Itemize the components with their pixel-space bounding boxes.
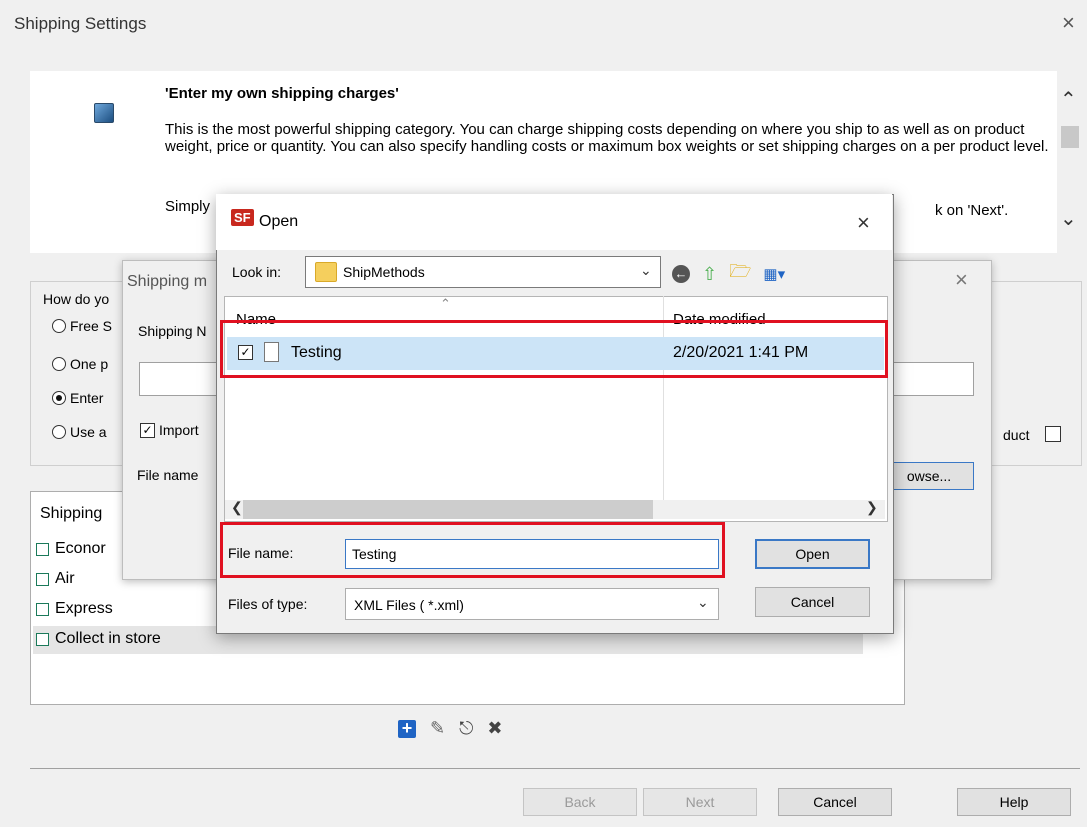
radio-label: Free S <box>70 318 113 334</box>
scroll-down-icon[interactable]: ⌄ <box>1060 206 1077 231</box>
folder-icon <box>315 262 337 282</box>
open-dialog-titlebar <box>216 194 892 250</box>
list-item-label: Econor <box>55 540 106 557</box>
radio-label: Use a <box>70 424 107 440</box>
checkbox-icon[interactable] <box>36 602 49 616</box>
close-icon[interactable]: × <box>1062 10 1075 36</box>
dialog-title: Shipping m <box>127 273 208 290</box>
navigation-toolbar: ← ⇧ 🗁 ▦▾ <box>672 259 785 289</box>
radio-icon <box>52 357 66 371</box>
back-arrow-icon[interactable]: ← <box>672 265 690 283</box>
group-legend: How do yo <box>40 291 113 307</box>
scroll-right-icon[interactable]: ❯ <box>866 499 878 516</box>
add-icon[interactable]: + <box>398 719 416 738</box>
list-item[interactable]: Econor <box>36 540 106 558</box>
file-name-label: File name <box>137 467 199 483</box>
close-icon[interactable]: × <box>955 267 968 293</box>
new-folder-icon[interactable]: 🗁 <box>729 259 751 289</box>
scrollbar-thumb[interactable] <box>243 500 653 519</box>
import-label: Import <box>159 422 199 438</box>
look-in-label: Look in: <box>232 264 282 280</box>
app-logo: SF <box>231 209 254 226</box>
file-type-dropdown[interactable]: XML Files ( *.xml) <box>345 588 719 620</box>
list-item[interactable]: Air <box>36 570 75 588</box>
list-toolbar: + ✎ ⎋ ✖ <box>398 718 502 739</box>
edit-icon[interactable]: ✎ <box>430 718 445 739</box>
browse-button[interactable]: owse... <box>884 462 974 490</box>
checkbox-icon[interactable] <box>36 542 49 556</box>
radio-icon <box>52 425 66 439</box>
radio-enter-own[interactable]: Enter <box>52 390 103 406</box>
info-description: This is the most powerful shipping categ… <box>165 121 1049 155</box>
list-item-label: Express <box>55 600 113 617</box>
radio-one-price[interactable]: One p <box>52 356 108 372</box>
cancel-button[interactable]: Cancel <box>755 587 870 617</box>
delete-icon[interactable]: ✖ <box>487 718 502 739</box>
back-button[interactable]: Back <box>523 788 637 816</box>
chevron-down-icon[interactable]: ⌄ <box>697 594 709 611</box>
scrollbar-thumb[interactable] <box>1061 126 1079 148</box>
list-header: Shipping <box>40 505 103 522</box>
cancel-button[interactable]: Cancel <box>778 788 892 816</box>
info-heading: 'Enter my own shipping charges' <box>165 85 399 102</box>
list-item[interactable]: Express <box>36 600 113 618</box>
radio-free-shipping[interactable]: Free S <box>52 318 112 334</box>
radio-selected-icon <box>52 391 66 405</box>
radio-use-carrier[interactable]: Use a <box>52 424 107 440</box>
radio-label: One p <box>70 356 109 372</box>
import-icon[interactable]: ⎋ <box>459 718 473 739</box>
list-item-label: Collect in store <box>55 630 161 647</box>
per-product-checkbox[interactable] <box>1045 426 1061 442</box>
import-checkbox[interactable]: ✓ Import <box>140 422 199 438</box>
window-title: Shipping Settings <box>14 14 147 33</box>
per-product-label: duct <box>1003 427 1030 443</box>
info-simply-text: Simply <box>165 198 211 215</box>
file-type-label: Files of type: <box>228 596 308 612</box>
close-icon[interactable]: × <box>857 210 870 236</box>
checkbox-icon[interactable] <box>36 632 49 646</box>
help-button[interactable]: Help <box>957 788 1071 816</box>
list-item[interactable]: Collect in store <box>36 630 161 648</box>
separator <box>30 768 1080 769</box>
view-menu-icon[interactable]: ▦▾ <box>763 265 785 283</box>
sort-caret-icon: ⌃ <box>440 296 451 311</box>
shipping-method-label: Shipping N <box>138 323 207 339</box>
radio-label: Enter <box>70 390 104 406</box>
highlight-annotation <box>220 320 888 378</box>
radio-icon <box>52 319 66 333</box>
scroll-up-icon[interactable]: ⌃ <box>1060 87 1077 112</box>
next-button[interactable]: Next <box>643 788 757 816</box>
open-button[interactable]: Open <box>755 539 870 569</box>
highlight-annotation <box>220 522 725 578</box>
look-in-value: ShipMethods <box>343 264 425 280</box>
list-item-label: Air <box>55 570 75 587</box>
shipping-category-icon <box>94 103 114 123</box>
up-folder-icon[interactable]: ⇧ <box>702 264 717 285</box>
checkbox-icon[interactable] <box>36 572 49 586</box>
chevron-down-icon[interactable]: ⌄ <box>640 262 652 279</box>
info-next-text: k on 'Next'. <box>935 202 1009 219</box>
checkmark-icon: ✓ <box>140 422 155 438</box>
open-dialog-title: Open <box>259 213 299 230</box>
scroll-left-icon[interactable]: ❮ <box>231 499 243 516</box>
